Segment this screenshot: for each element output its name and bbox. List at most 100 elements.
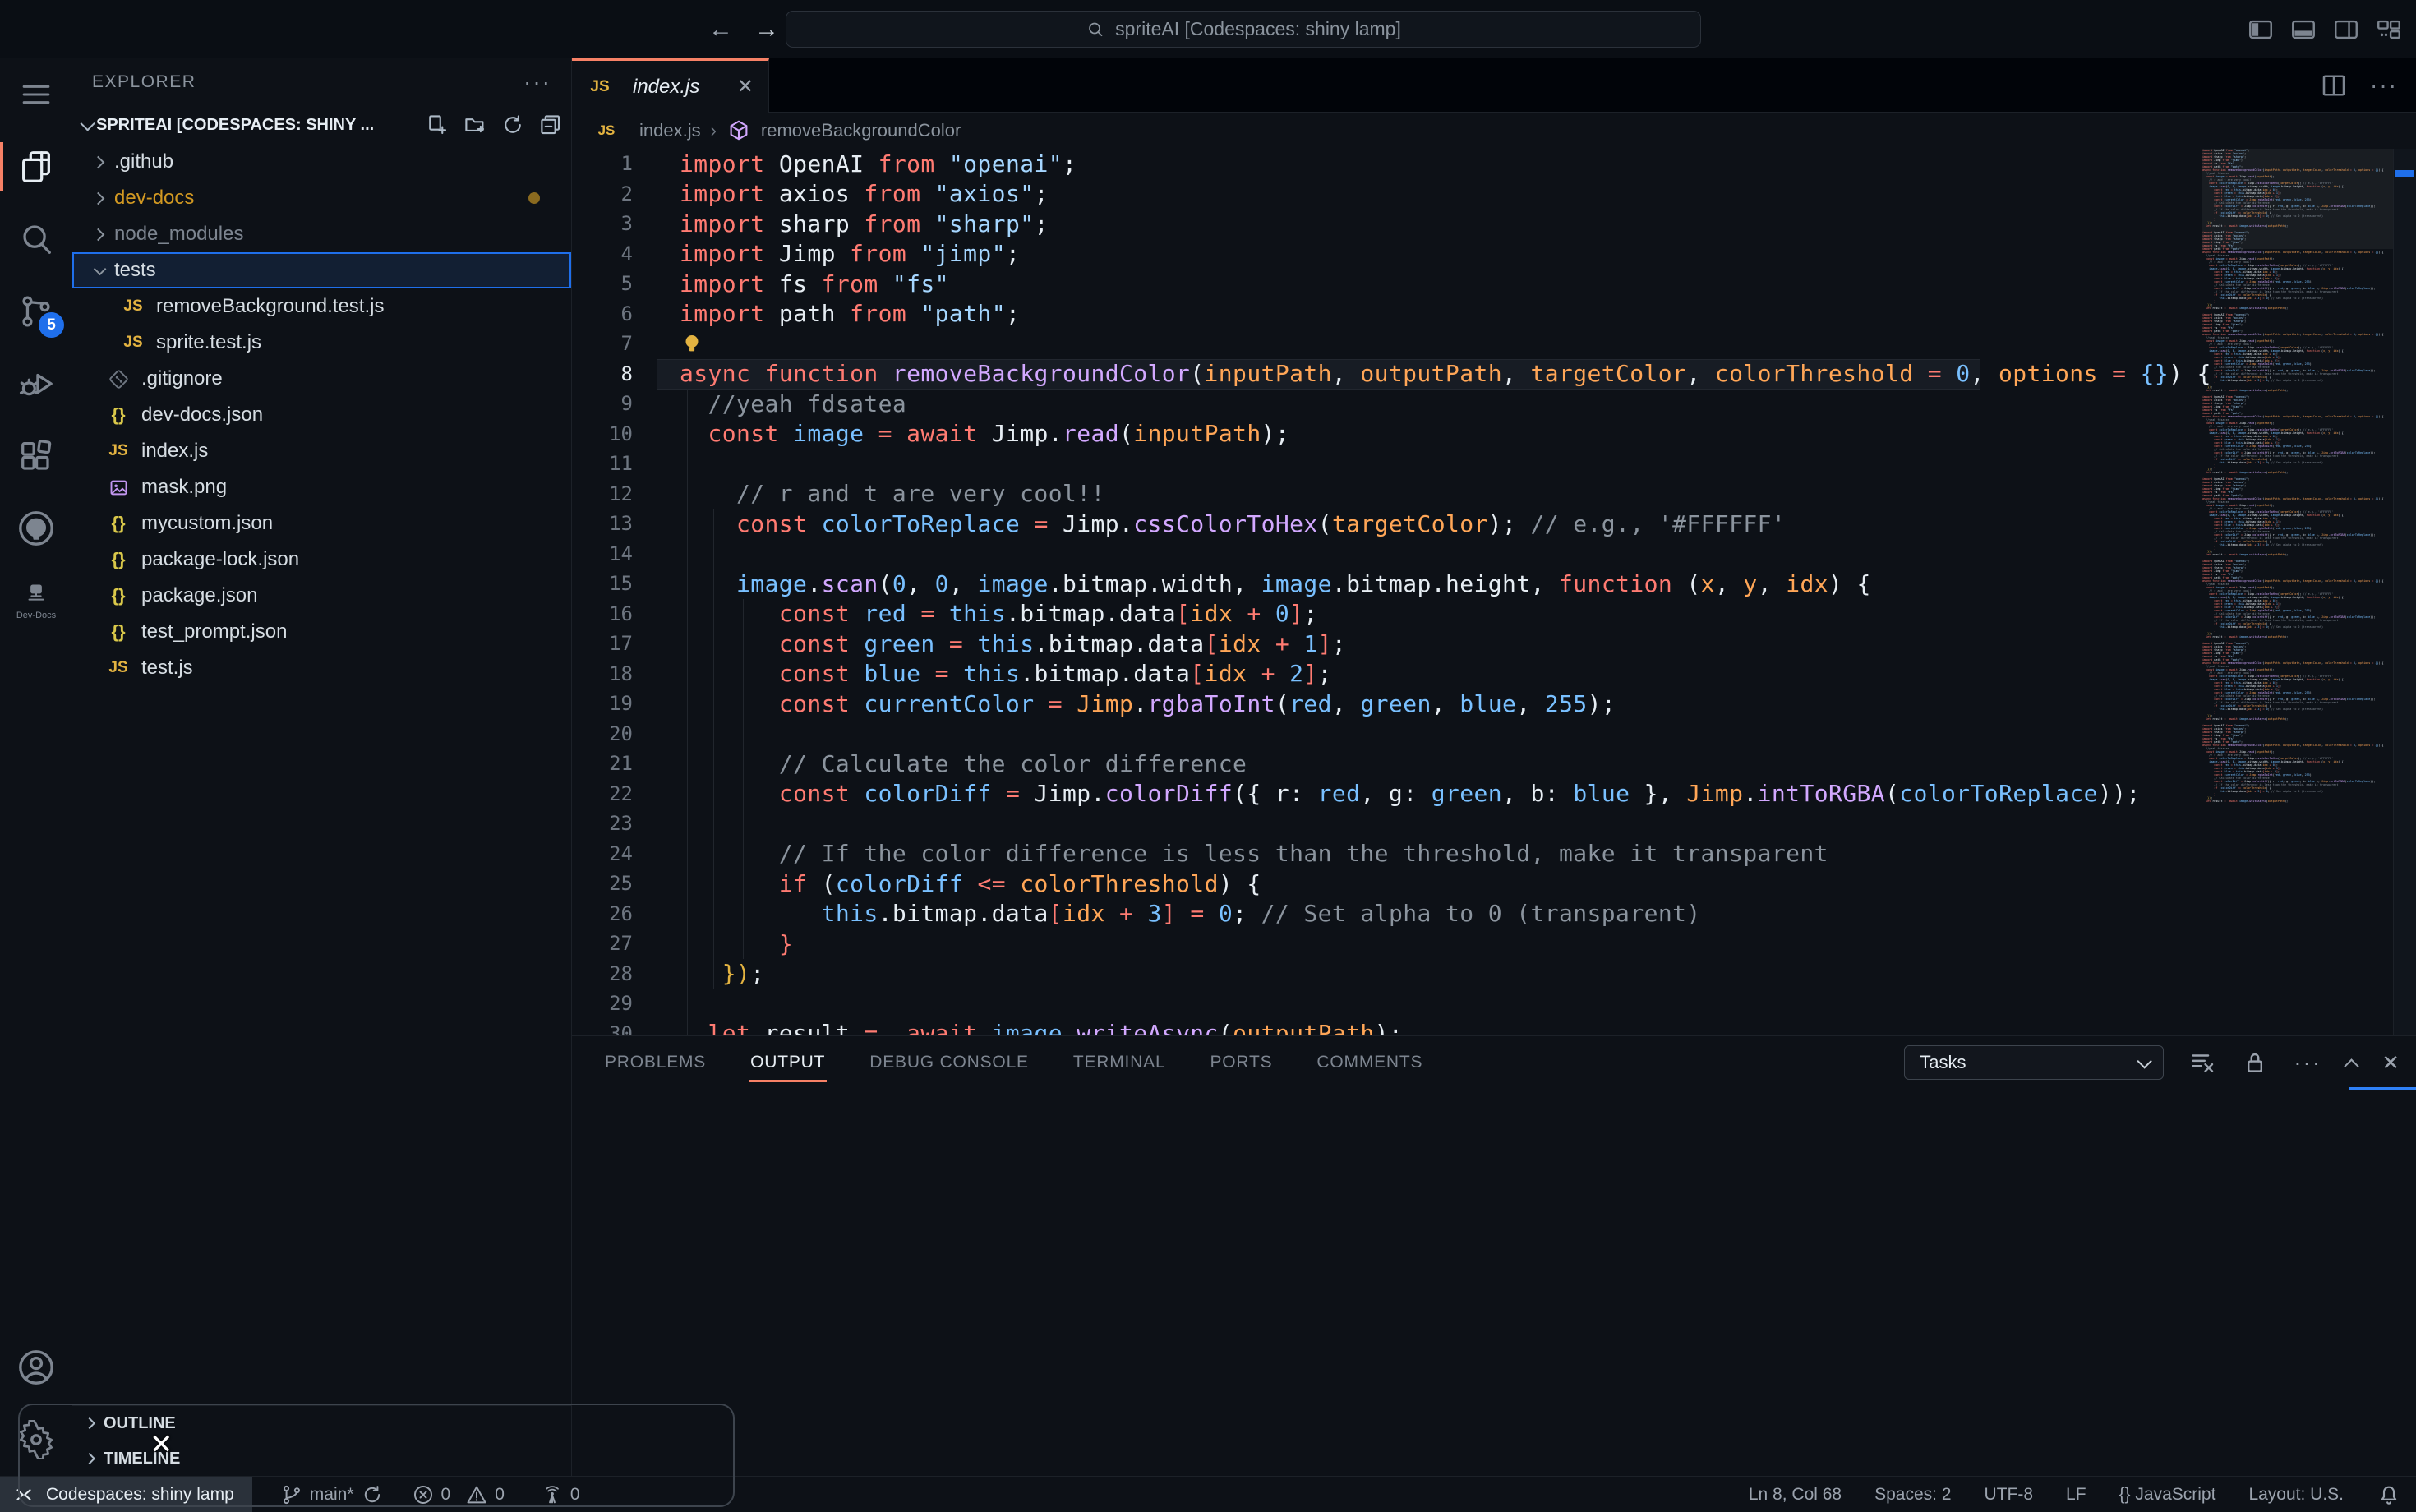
code-line-27[interactable]: 27 } [572,929,2202,959]
layout-panel-icon[interactable] [2289,16,2317,44]
panel-tab-comments[interactable]: COMMENTS [1315,1041,1424,1084]
tree-item-dev-docs-json[interactable]: {}dev-docs.json [72,397,571,433]
code-line-13[interactable]: 13 const colorToReplace = Jimp.cssColorT… [572,509,2202,539]
activity-item-source-control[interactable]: 5 [0,275,72,348]
split-editor-icon[interactable] [2319,71,2349,100]
code-line-17[interactable]: 17 const green = this.bitmap.data[idx + … [572,629,2202,659]
remote-indicator[interactable]: Codespaces: shiny lamp [0,1477,252,1512]
code-line-30[interactable]: 30 let result = await image.writeAsync(o… [572,1019,2202,1036]
code-line-15[interactable]: 15 image.scan(0, 0, image.bitmap.width, … [572,569,2202,599]
tree-item-mycustom-json[interactable]: {}mycustom.json [72,505,571,542]
maximize-panel-icon[interactable] [2345,1058,2359,1073]
code-line-12[interactable]: 12 // r and t are very cool!! [572,479,2202,509]
output-content[interactable] [572,1089,2416,1475]
tree-item-mask-png[interactable]: mask.png [72,469,571,505]
panel-tab-output[interactable]: OUTPUT [749,1041,827,1084]
code-line-9[interactable]: 9 //yeah fdsatea [572,389,2202,419]
code-line-11[interactable]: 11 [572,449,2202,479]
tree-item--github[interactable]: .github [72,144,571,180]
collapse-all-icon[interactable] [538,113,563,137]
activity-item-menu[interactable] [0,58,72,131]
activity-item-search[interactable] [0,203,72,275]
code-line-3[interactable]: 3import sharp from "sharp"; [572,209,2202,239]
tree-item-node-modules[interactable]: node_modules [72,216,571,252]
layout-grid-icon[interactable] [2375,16,2403,44]
code-line-16[interactable]: 16 const red = this.bitmap.data[idx + 0]… [572,599,2202,629]
tree-item-package-lock-json[interactable]: {}package-lock.json [72,542,571,578]
lightbulb-icon[interactable] [680,331,704,356]
command-center-search[interactable]: spriteAI [Codespaces: shiny lamp] [786,11,1701,48]
tree-item-removebackground-test-js[interactable]: JSremoveBackground.test.js [72,288,571,325]
code-line-8[interactable]: 8async function removeBackgroundColor(in… [572,359,2202,390]
code-line-10[interactable]: 10 const image = await Jimp.read(inputPa… [572,419,2202,449]
activity-item-dev-docs[interactable]: Dev-Docs [0,565,72,637]
status-item-utf-8[interactable]: UTF-8 [1985,1485,2034,1505]
layout-sidebar-icon[interactable] [2247,16,2275,44]
code-line-20[interactable]: 20 [572,719,2202,749]
new-folder-icon[interactable] [463,113,487,137]
problems-indicator[interactable]: 0 0 [412,1483,505,1506]
code-line-25[interactable]: 25 if (colorDiff <= colorThreshold) { [572,869,2202,899]
code-line-14[interactable]: 14 [572,539,2202,569]
code-line-24[interactable]: 24 // If the color difference is less th… [572,839,2202,869]
panel-tab-terminal[interactable]: TERMINAL [1072,1041,1168,1084]
code-line-6[interactable]: 6import path from "path"; [572,299,2202,330]
status-item-ln-8-col-68[interactable]: Ln 8, Col 68 [1749,1485,1842,1505]
refresh-icon[interactable] [500,113,525,137]
code-line-5[interactable]: 5import fs from "fs" [572,269,2202,299]
activity-item-explorer[interactable] [0,131,72,203]
code-line-29[interactable]: 29 [572,989,2202,1019]
panel-more-icon[interactable]: ··· [2294,1049,2321,1076]
panel-tab-debug-console[interactable]: DEBUG CONSOLE [868,1041,1030,1084]
panel-tab-problems[interactable]: PROBLEMS [603,1041,708,1084]
output-channel-select[interactable]: Tasks [1904,1045,2164,1080]
tree-item-tests[interactable]: tests [72,252,571,288]
breadcrumb-symbol[interactable]: removeBackgroundColor [761,120,961,141]
code-line-18[interactable]: 18 const blue = this.bitmap.data[idx + 2… [572,659,2202,689]
tab-close-icon[interactable]: ✕ [737,75,754,99]
tree-item-index-js[interactable]: JSindex.js [72,433,571,469]
code-line-1[interactable]: 1import OpenAI from "openai"; [572,149,2202,179]
tree-item-test-prompt-json[interactable]: {}test_prompt.json [72,614,571,650]
status-item--javascript[interactable]: {} JavaScript [2119,1485,2216,1505]
tree-item-sprite-test-js[interactable]: JSsprite.test.js [72,325,571,361]
bell-icon[interactable] [2377,1482,2401,1507]
tree-item--gitignore[interactable]: .gitignore [72,361,571,397]
nav-back-icon[interactable]: ← [708,16,733,44]
code-line-19[interactable]: 19 const currentColor = Jimp.rgbaToInt(r… [572,689,2202,719]
activity-item-account[interactable] [0,1331,72,1404]
ports-indicator[interactable]: 0 [541,1483,580,1506]
code-editor[interactable]: 1import OpenAI from "openai";2import axi… [572,149,2416,1035]
tree-item-package-json[interactable]: {}package.json [72,578,571,614]
code-line-22[interactable]: 22 const colorDiff = Jimp.colorDiff({ r:… [572,779,2202,809]
close-panel-icon[interactable]: ✕ [2381,1050,2400,1076]
layout-right-icon[interactable] [2332,16,2360,44]
code-line-2[interactable]: 2import axios from "axios"; [572,179,2202,210]
status-item-lf[interactable]: LF [2066,1485,2086,1505]
minimap[interactable]: import OpenAI from "openai";import axios… [2202,149,2393,1035]
panel-tab-ports[interactable]: PORTS [1208,1041,1274,1084]
activity-item-github[interactable] [0,492,72,565]
nav-forward-icon[interactable]: → [754,16,779,44]
activity-item-extensions[interactable] [0,420,72,492]
sidebar-section-outline[interactable]: OUTLINE [72,1405,571,1441]
tab-index-js[interactable]: JS index.js ✕ [572,58,769,113]
tree-item-dev-docs[interactable]: dev-docs [72,180,571,216]
code-line-4[interactable]: 4import Jimp from "jimp"; [572,239,2202,270]
clear-output-icon[interactable] [2188,1049,2216,1076]
lock-icon[interactable] [2241,1049,2269,1076]
activity-item-settings[interactable] [0,1404,72,1476]
breadcrumb-file[interactable]: index.js [639,120,701,141]
sidebar-section-timeline[interactable]: TIMELINE [72,1441,571,1476]
editor-more-icon[interactable]: ··· [2370,72,2398,99]
code-line-21[interactable]: 21 // Calculate the color difference [572,749,2202,779]
project-root-row[interactable]: SPRITEAI [CODESPACES: SHINY ... [72,106,571,144]
code-line-7[interactable]: 7 [572,329,2202,359]
status-item-layout-u-s-[interactable]: Layout: U.S. [2248,1485,2344,1505]
code-line-28[interactable]: 28 }); [572,959,2202,989]
activity-item-run-debug[interactable] [0,348,72,420]
tree-item-test-js[interactable]: JStest.js [72,650,571,686]
status-item-spaces-2[interactable]: Spaces: 2 [1874,1485,1951,1505]
code-line-23[interactable]: 23 [572,809,2202,839]
new-file-icon[interactable] [425,113,450,137]
